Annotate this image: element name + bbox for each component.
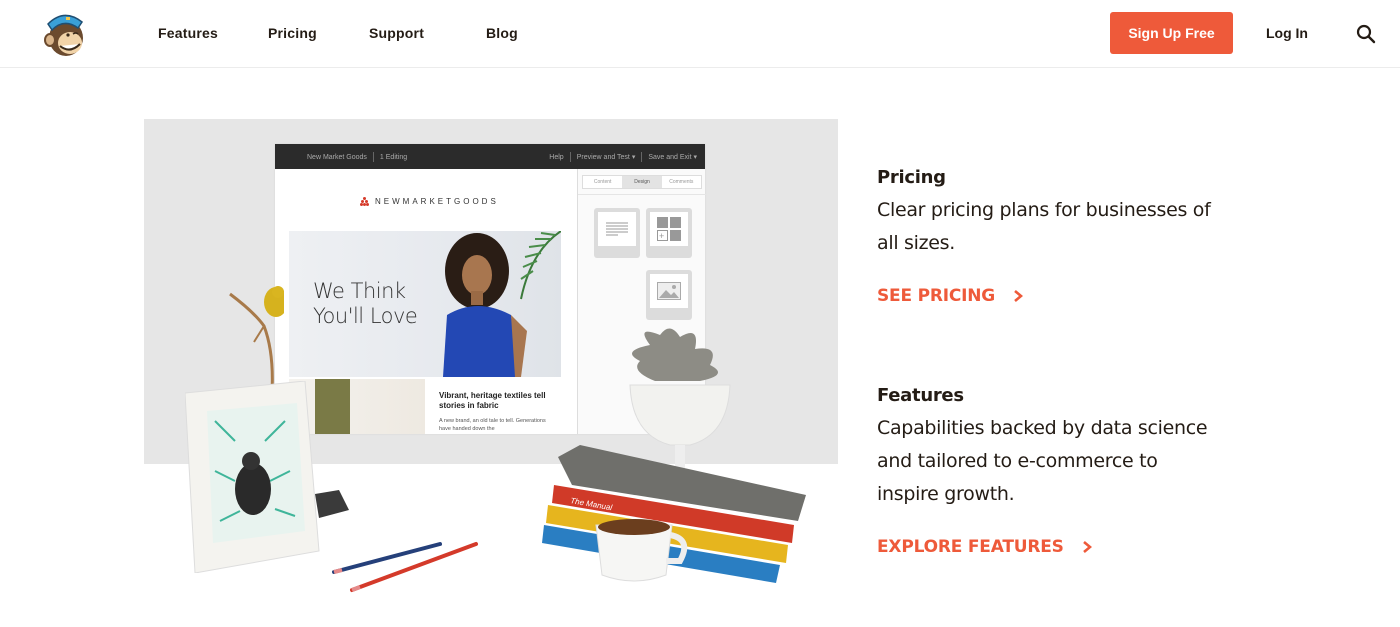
tab-design: Design: [622, 176, 662, 188]
brand-header: NEWMARKETGOODS: [360, 197, 499, 206]
pricing-title: Pricing: [877, 167, 946, 188]
mascot-logo-icon[interactable]: [42, 10, 88, 58]
editor-campaign-name: New Market Goods: [307, 153, 367, 161]
search-icon[interactable]: [1356, 24, 1376, 44]
social-icons: +: [657, 217, 681, 241]
tab-content: Content: [593, 179, 612, 185]
brand-logo-icon: [360, 197, 369, 206]
explore-features-label: EXPLORE FEATURES: [877, 537, 1064, 557]
nav-support[interactable]: Support: [369, 25, 424, 41]
editor-tabs: Content Design Comments: [582, 175, 702, 189]
banner-line-2: You'll Love: [313, 304, 418, 328]
banner-line-1: We Think: [313, 279, 406, 303]
text-lines-icon: [606, 222, 628, 236]
svg-text:+: +: [659, 231, 664, 241]
brand-name: NEWMARKETGOODS: [375, 197, 499, 206]
log-in-link[interactable]: Log In: [1266, 25, 1308, 41]
editor-status: 1 Editing: [379, 153, 408, 161]
features-title: Features: [877, 385, 964, 406]
social-block-tile: +: [646, 208, 692, 258]
top-navigation-bar: Features Pricing Support Blog Sign Up Fr…: [0, 0, 1400, 68]
chevron-right-icon: [1082, 541, 1092, 553]
nav-blog[interactable]: Blog: [486, 25, 518, 41]
editor-preview: Preview and Test ▾: [576, 153, 636, 161]
editor-top-bar: New Market Goods 1 Editing Help Preview an…: [275, 144, 705, 169]
explore-features-link[interactable]: EXPLORE FEATURES: [877, 537, 1092, 557]
email-hero-banner: We Think You'll Love: [289, 231, 561, 377]
nav-features[interactable]: Features: [158, 25, 218, 41]
tab-comments: Comments: [669, 179, 694, 185]
features-section: Features Capabilities backed by data sci…: [877, 385, 1222, 557]
banner-headline: We Think You'll Love: [313, 279, 418, 329]
pencils-photo: [332, 542, 478, 592]
framed-print-photo: [185, 381, 320, 573]
frame-stand-photo: [315, 490, 349, 518]
pricing-section: Pricing Clear pricing plans for business…: [877, 167, 1222, 306]
sign-up-free-button[interactable]: Sign Up Free: [1110, 12, 1233, 54]
editor-help: Help: [549, 153, 564, 161]
email-preview: NEWMARKETGOODS We Think You'll Love Vibr…: [275, 169, 577, 434]
books-coffee-plant-photo: The Manual: [542, 328, 806, 583]
bird-on-branch-photo: [229, 286, 284, 392]
palm-leaf-photo: [520, 231, 561, 300]
editor-save-exit: Save and Exit ▾: [648, 153, 697, 161]
image-placeholder-icon: [657, 282, 681, 300]
text-block-tile: [594, 208, 640, 258]
chevron-right-icon: [1014, 290, 1024, 302]
image-block-tile: [646, 270, 692, 320]
pricing-description: Clear pricing plans for businesses of al…: [877, 199, 1211, 254]
features-description: Capabilities backed by data science and …: [877, 417, 1208, 505]
see-pricing-link[interactable]: SEE PRICING: [877, 286, 1024, 306]
see-pricing-label: SEE PRICING: [877, 286, 996, 306]
nav-pricing[interactable]: Pricing: [268, 25, 317, 41]
